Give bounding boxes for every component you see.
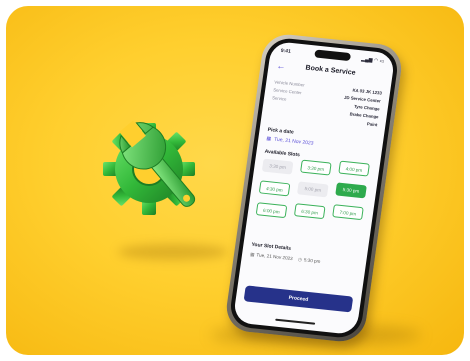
proceed-button[interactable]: Proceed [243, 285, 354, 313]
slot-details-title: Your Slot Details [251, 241, 292, 252]
signal-wifi-battery-icon: ▂▄▆ ◠ ▭ [360, 56, 385, 65]
slot-detail-date: Tue, 21 Nov 2023 [256, 252, 294, 262]
slot-detail-time-wrap: ◷5:30 pm [297, 256, 321, 265]
slot-grid: 3:30 pm 3:30 pm 4:00 pm 4:30 pm 5:00 pm … [255, 158, 373, 221]
info-value: KA 03 JK 1233 [352, 87, 383, 96]
clock-icon: ◷ [297, 256, 303, 263]
slot-button: 3:30 pm [261, 158, 294, 175]
status-time: 9:41 [280, 47, 292, 55]
slot-button[interactable]: 6:00 pm [255, 202, 288, 219]
slot-button[interactable]: 6:30 pm [293, 203, 326, 220]
home-indicator [275, 318, 316, 325]
slot-button[interactable]: 7:00 pm [332, 204, 364, 221]
gear-wrench-icon [103, 120, 196, 215]
slots-title: Available Slots [264, 148, 301, 159]
smartphone: 9:41 ▂▄▆ ◠ ▭ ← Book a Service Vehicle Nu… [223, 32, 405, 344]
info-label: Vehicle Number [274, 79, 305, 88]
calendar-icon: ▦ [265, 135, 272, 143]
slot-button[interactable]: 3:30 pm [300, 159, 332, 176]
booking-info: Vehicle Number KA 03 JK 1233 Service Cen… [269, 79, 382, 130]
calendar-icon: ▦ [249, 251, 255, 258]
date-picker[interactable]: ▦ Tue, 21 Nov 2023 [266, 136, 314, 147]
slot-details: ▦Tue, 21 Nov 2023 ◷5:30 pm [250, 252, 358, 269]
slot-button-selected[interactable]: 5:30 pm [335, 182, 367, 199]
date-value: Tue, 21 Nov 2023 [273, 136, 314, 147]
slot-button[interactable]: 4:00 pm [338, 160, 370, 177]
slot-button: 5:00 pm [296, 181, 329, 198]
yellow-backdrop: 9:41 ▂▄▆ ◠ ▭ ← Book a Service Vehicle Nu… [6, 6, 464, 355]
slot-detail-time: 5:30 pm [303, 257, 321, 265]
pick-date-label: Pick a date [267, 126, 295, 136]
slot-button[interactable]: 4:30 pm [258, 180, 291, 197]
info-value: Paint [366, 121, 378, 128]
wrench-shadow [118, 244, 228, 260]
info-label: Service [271, 95, 287, 102]
